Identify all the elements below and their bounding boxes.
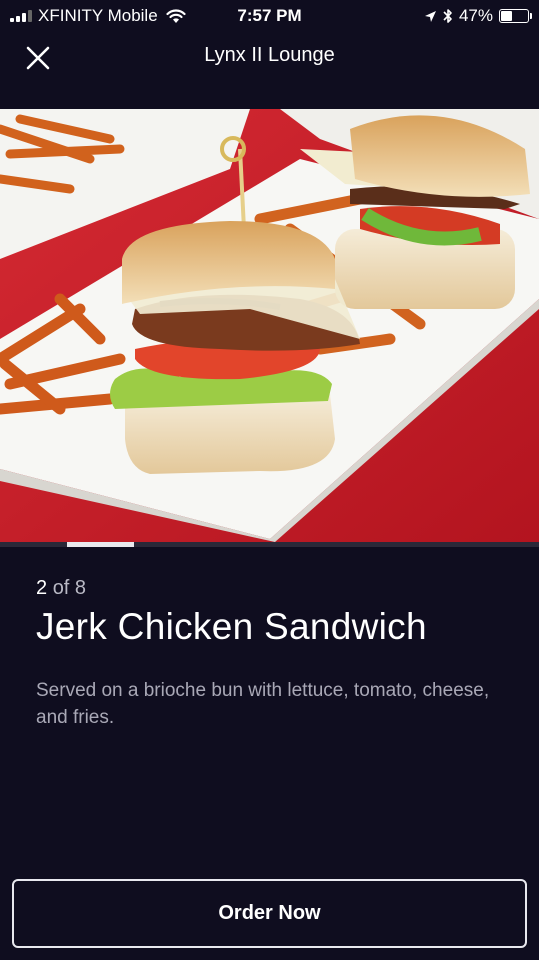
sandwich-photo [0,109,539,542]
item-photo[interactable] [0,109,539,542]
photo-counter-current: 2 [36,577,48,599]
gallery-pager [0,542,539,547]
status-right: 47% [424,6,532,26]
item-description: Served on a brioche bun with lettuce, to… [36,680,490,728]
nav-bar: Lynx II Lounge [0,30,539,82]
photo-counter: 2 of 8 [36,577,86,600]
battery-percent: 47% [458,6,493,25]
photo-counter-total: of 8 [52,577,87,599]
battery-fill [501,11,513,21]
bluetooth-icon [443,9,452,23]
battery-icon [499,9,532,23]
location-arrow-icon [424,10,436,22]
order-now-button[interactable]: Order Now [12,879,527,948]
page-title: Lynx II Lounge [204,44,335,66]
item-title: Jerk Chicken Sandwich [36,606,427,647]
pager-active-segment [67,542,134,547]
status-bar: XFINITY Mobile 7:57 PM 47% [0,0,539,30]
